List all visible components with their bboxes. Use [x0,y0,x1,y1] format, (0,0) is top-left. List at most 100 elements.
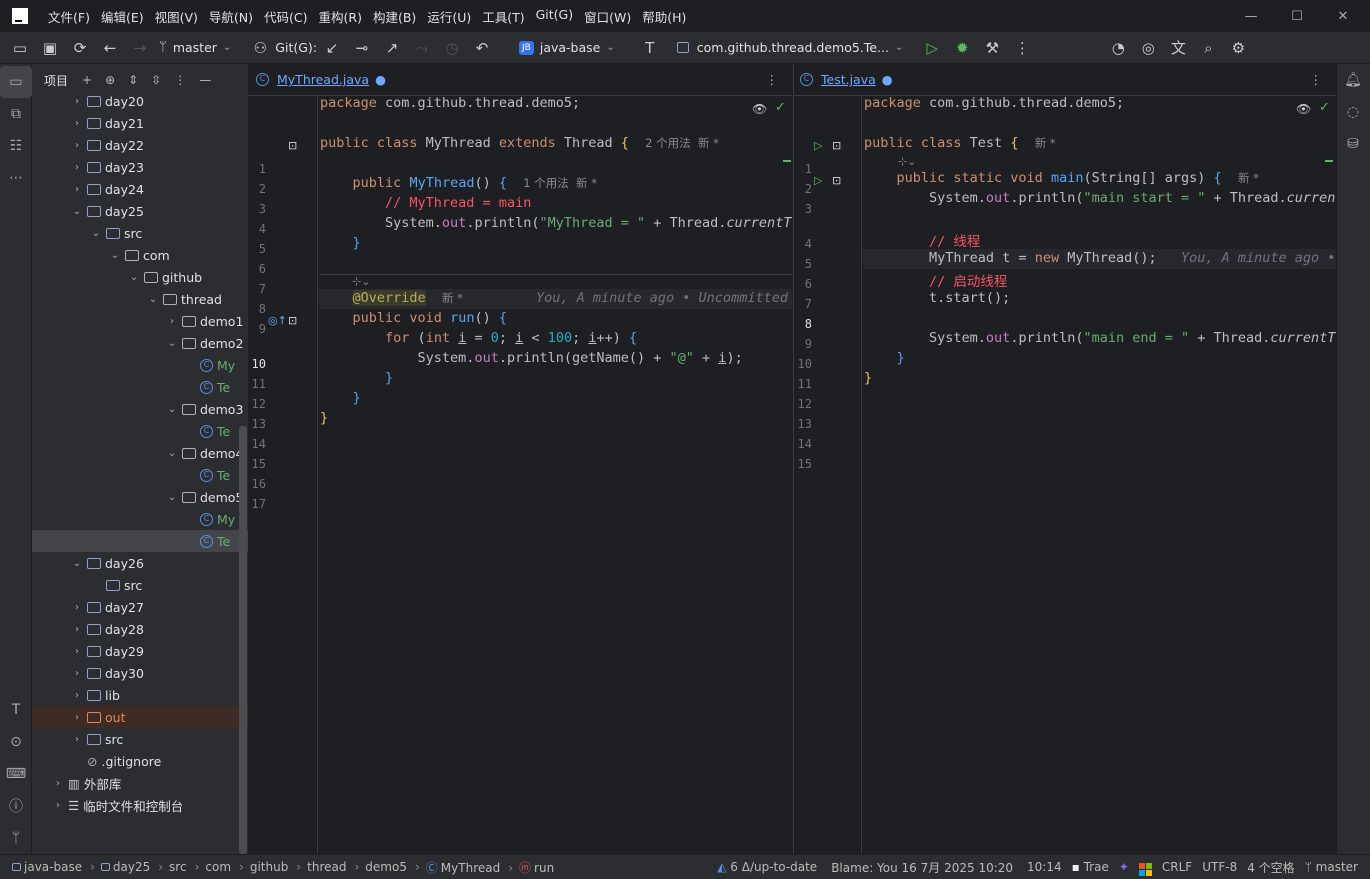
git-branch-status[interactable]: ᛘ master [1305,860,1358,874]
tree-item[interactable]: › day21 [32,112,248,134]
menu-item[interactable]: 窗口(W) [584,7,631,26]
tree-item[interactable]: › out [32,706,248,728]
menu-item[interactable]: 构建(B) [373,7,416,26]
expand-arrow-icon[interactable]: ⌄ [108,250,122,261]
breadcrumb-item[interactable]: src › [169,860,199,874]
code-line[interactable]: // 启动线程 [864,270,1007,290]
tree-item[interactable]: › day23 [32,156,248,178]
tree-item[interactable]: C Te [32,376,248,398]
build-icon[interactable]: ⚒ [977,34,1007,62]
sync-icon[interactable]: ⟳ [65,34,95,62]
git-rollback-icon[interactable]: ↶ [467,34,497,62]
code-line[interactable]: } [864,370,872,386]
tree-item[interactable]: › day27 [32,596,248,618]
code-line[interactable]: System.out.println(getName() + "@" + i); [320,350,743,366]
tree-item[interactable]: › day30 [32,662,248,684]
menu-item[interactable]: 工具(T) [482,7,524,26]
indent-setting[interactable]: 4 个空格 [1247,859,1294,876]
code-line[interactable]: public class Test { 新 * [864,135,1056,151]
implemented-marker-icon[interactable]: ⊡ [288,314,297,327]
breadcrumb-item[interactable]: ⓜ run [519,859,554,876]
problems-icon[interactable]: ⓘ [0,790,32,822]
breadcrumb-item[interactable]: Ⓒ MyThread › [426,859,513,876]
code-line[interactable]: // MyThread = main [320,195,531,211]
blame-annotation[interactable]: You, A minute ago • [1181,250,1335,266]
code-line[interactable]: public static void main(String[] args) {… [864,170,1259,186]
tree-item[interactable]: › src [32,728,248,750]
tree-item[interactable]: src [32,574,248,596]
tree-item[interactable]: C Te [32,530,248,552]
commit-tool-icon[interactable]: ⧉ [0,98,32,130]
reader-mode-icon[interactable]: 👁 [752,102,767,116]
tree-item[interactable]: › day22 [32,134,248,156]
project-scrollbar[interactable] [239,426,247,854]
gear-icon[interactable]: ⚙ [1223,34,1253,62]
usage-hint[interactable]: 2 个用法 新 * [645,136,719,150]
hammer-t-icon[interactable]: T [635,34,665,62]
menu-item[interactable]: 重构(R) [319,7,362,26]
expand-arrow-icon[interactable]: › [70,690,84,701]
tree-item[interactable]: C Te [32,464,248,486]
services-icon[interactable]: ⊙ [0,726,32,758]
expand-arrow-icon[interactable]: ⌄ [165,448,179,459]
code-line[interactable]: System.out.println("MyThread = " + Threa… [320,215,792,231]
save-icon[interactable]: ▣ [35,34,65,62]
breadcrumb-item[interactable]: github › [250,860,301,874]
git-update-icon[interactable]: ↙ [317,34,347,62]
expand-arrow-icon[interactable]: ⌄ [165,404,179,415]
line-separator[interactable]: CRLF [1162,860,1192,874]
forward-icon[interactable]: → [125,34,155,62]
close-icon[interactable]: ✕ [1320,0,1366,32]
app-logo-icon[interactable] [12,8,28,24]
new-hint[interactable]: 新 * [1238,171,1259,185]
code-line[interactable]: System.out.println("main start = " + Thr… [864,190,1336,206]
expand-arrow-icon[interactable]: ⌄ [70,206,84,217]
expand-arrow-icon[interactable]: › [70,162,84,173]
ai-chat-icon[interactable]: ◌ [1337,96,1369,128]
tree-item[interactable]: C My [32,508,248,530]
expand-arrow-icon[interactable]: ⌄ [70,558,84,569]
inlay-action-icon[interactable]: ⊹⌄ [352,275,370,288]
tree-item[interactable]: › day20 [32,90,248,112]
run-icon[interactable]: ▷ [917,34,947,62]
tree-item[interactable]: › lib [32,684,248,706]
code-line[interactable]: public class MyThread extends Thread { 2… [320,135,719,151]
minimize-icon[interactable]: — [1228,0,1274,32]
tree-item[interactable]: C My [32,354,248,376]
expand-arrow-icon[interactable]: › [165,316,179,327]
code-line[interactable]: } [864,350,905,366]
code-line[interactable]: // 线程 [864,230,980,250]
menu-item[interactable]: 代码(C) [264,7,307,26]
add-user-icon[interactable]: ⚇ [245,34,275,62]
search-icon[interactable]: ⌕ [1193,34,1223,62]
expand-arrow-icon[interactable]: › [70,140,84,151]
tree-item[interactable]: ⌄ thread [32,288,248,310]
expand-arrow-icon[interactable]: ⌄ [165,492,179,503]
blame-status[interactable]: Blame: You 16 7月 2025 10:20 [831,859,1013,876]
menu-item[interactable]: 帮助(H) [642,7,686,26]
implemented-marker-icon[interactable]: ⊡ [288,139,297,152]
trae-widget[interactable]: ▪ Trae [1072,860,1109,874]
hammer-t-icon[interactable]: T [0,694,32,726]
code-line[interactable]: public void run() { [320,310,507,326]
windows-icon[interactable] [1138,858,1152,876]
more-icon[interactable]: ⋮ [1007,34,1037,62]
new-hint[interactable]: 新 * [442,291,463,305]
database-icon[interactable]: ⛁ [1337,128,1369,160]
tree-item[interactable]: C Te [32,420,248,442]
tree-item[interactable]: ⌄ day26 [32,552,248,574]
tree-item[interactable]: › demo1 [32,310,248,332]
expand-arrow-icon[interactable]: › [70,712,84,723]
caret-position[interactable]: 10:14 [1027,860,1062,874]
git-push-icon[interactable]: ↗ [377,34,407,62]
notifications-icon[interactable]: 🔔︎ [1337,64,1369,96]
expand-arrow-icon[interactable]: › [70,118,84,129]
project-panel-actions[interactable]: +⊕⇕⇳⋮— [82,73,224,87]
expand-arrow-icon[interactable]: › [70,646,84,657]
file-encoding[interactable]: UTF-8 [1202,860,1237,874]
plugin-icon[interactable]: ✦ [1119,860,1129,874]
expand-arrow-icon[interactable]: ⌄ [89,228,103,239]
change-marker[interactable] [783,160,791,162]
code-line[interactable]: for (int i = 0; i < 100; i++) { [320,330,637,346]
tab-mythread[interactable]: C MyThread.java ● ⋮ [248,64,792,96]
